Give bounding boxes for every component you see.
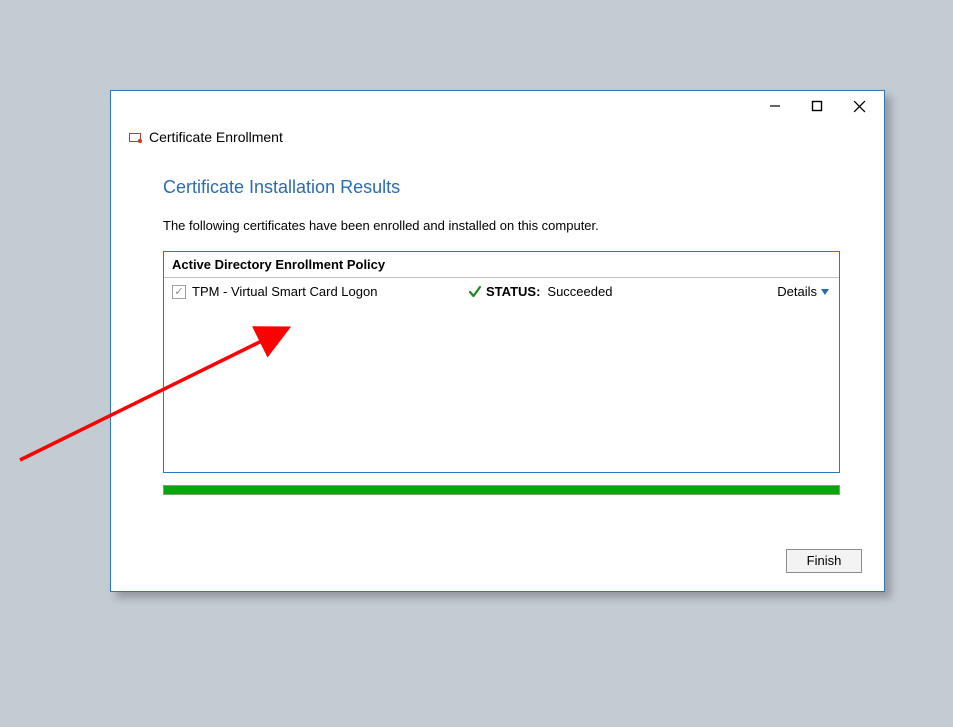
window-title: Certificate Enrollment	[149, 129, 283, 145]
minimize-icon	[769, 100, 781, 112]
close-button[interactable]	[838, 93, 880, 119]
page-heading: Certificate Installation Results	[163, 177, 840, 198]
maximize-icon	[811, 100, 823, 112]
titlebar	[111, 91, 884, 121]
certificate-icon	[129, 131, 143, 143]
policy-header: Active Directory Enrollment Policy	[164, 252, 839, 278]
policy-panel: Active Directory Enrollment Policy ✓ TPM…	[163, 251, 840, 473]
status-cell: STATUS: Succeeded	[468, 284, 771, 299]
dialog-window: Certificate Enrollment Certificate Insta…	[110, 90, 885, 592]
content-area: Certificate Installation Results The fol…	[111, 147, 884, 515]
progress-bar	[163, 485, 840, 495]
status-label: STATUS:	[486, 284, 540, 299]
details-label: Details	[777, 284, 817, 299]
checkbox-icon: ✓	[172, 285, 186, 299]
finish-button[interactable]: Finish	[786, 549, 862, 573]
maximize-button[interactable]	[796, 93, 838, 119]
page-subtext: The following certificates have been enr…	[163, 218, 840, 233]
close-icon	[853, 100, 866, 113]
success-check-icon	[468, 285, 482, 299]
chevron-down-icon	[821, 289, 829, 295]
certificate-template-name: TPM - Virtual Smart Card Logon	[192, 284, 462, 299]
minimize-button[interactable]	[754, 93, 796, 119]
dialog-footer: Finish	[111, 515, 884, 591]
policy-row: ✓ TPM - Virtual Smart Card Logon STATUS:…	[164, 278, 839, 305]
details-toggle[interactable]: Details	[777, 284, 829, 299]
window-title-row: Certificate Enrollment	[111, 121, 884, 147]
status-value: Succeeded	[547, 284, 612, 299]
